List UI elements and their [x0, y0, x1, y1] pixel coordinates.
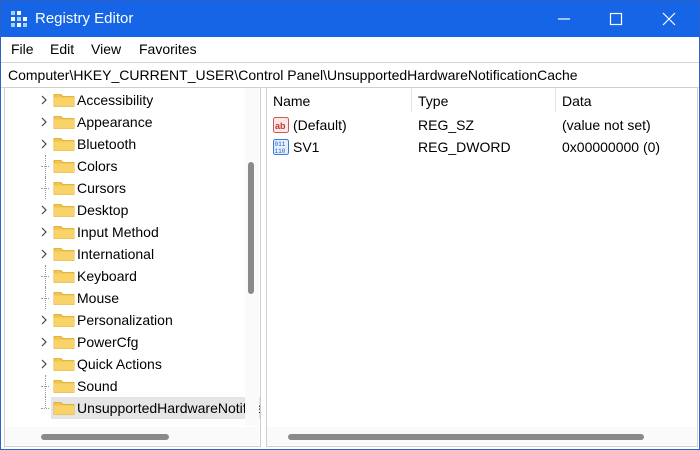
tree-horizontal-scrollbar[interactable]	[5, 427, 259, 445]
list-horizontal-scrollbar[interactable]	[267, 427, 697, 445]
close-icon	[662, 12, 676, 26]
value-row[interactable]: 011 110 SV1 REG_DWORD 0x00000000 (0)	[267, 136, 697, 158]
tree-item[interactable]: Cursors	[5, 177, 241, 199]
value-name: SV1	[293, 139, 320, 155]
column-header-name[interactable]: Name	[267, 88, 412, 112]
folder-icon	[53, 270, 75, 283]
tree-connector-dash	[41, 298, 49, 299]
address-path[interactable]: Computer\HKEY_CURRENT_USER\Control Panel…	[8, 67, 578, 83]
tree-connector-dash	[41, 276, 49, 277]
column-header-type[interactable]: Type	[412, 88, 556, 112]
chevron-right-icon[interactable]	[40, 95, 48, 105]
tree-item[interactable]: Mouse	[5, 287, 241, 309]
minimize-icon	[558, 18, 570, 20]
chevron-right-icon[interactable]	[40, 205, 48, 215]
chevron-right-icon[interactable]	[40, 117, 48, 127]
folder-icon	[53, 116, 75, 129]
tree-item[interactable]: PowerCfg	[5, 331, 241, 353]
tree-item[interactable]: Appearance	[5, 111, 241, 133]
value-name: (Default)	[293, 117, 347, 133]
chevron-right-icon[interactable]	[40, 139, 48, 149]
tree-item-label[interactable]: UnsupportedHardwareNotificationCache	[51, 397, 260, 419]
column-header-data[interactable]: Data	[556, 88, 697, 112]
maximize-icon	[609, 12, 623, 26]
tree-item[interactable]: Personalization	[5, 309, 241, 331]
chevron-right-icon[interactable]	[40, 315, 48, 325]
string-value-icon: ab	[273, 117, 289, 133]
tree-item[interactable]: Bluetooth	[5, 133, 241, 155]
value-type: REG_SZ	[418, 117, 475, 133]
tree-item[interactable]: UnsupportedHardwareNotificationCache	[5, 397, 260, 419]
folder-icon	[53, 380, 75, 393]
folder-icon	[53, 358, 75, 371]
maximize-button[interactable]	[593, 1, 639, 37]
value-type: REG_DWORD	[418, 139, 511, 155]
menu-edit[interactable]: Edit	[50, 41, 74, 57]
folder-icon	[53, 94, 75, 107]
folder-icon	[53, 226, 75, 239]
close-button[interactable]	[646, 1, 692, 37]
tree-horizontal-scroll-thumb[interactable]	[41, 434, 169, 440]
folder-icon	[53, 182, 75, 195]
folder-icon	[53, 336, 75, 349]
chevron-right-icon[interactable]	[40, 227, 48, 237]
chevron-right-icon[interactable]	[40, 359, 48, 369]
menu-view[interactable]: View	[91, 41, 121, 57]
value-row[interactable]: ab (Default) REG_SZ (value not set)	[267, 114, 697, 136]
svg-text:011: 011	[275, 141, 286, 148]
tree-connector-dash	[41, 386, 49, 387]
tree-item[interactable]: Desktop	[5, 199, 241, 221]
tree-vertical-scrollbar[interactable]	[245, 88, 259, 426]
address-bar[interactable]: Computer\HKEY_CURRENT_USER\Control Panel…	[1, 62, 699, 88]
tree-connector-line	[45, 397, 46, 408]
folder-icon	[53, 204, 75, 217]
minimize-button[interactable]	[541, 1, 587, 37]
tree-item[interactable]: Quick Actions	[5, 353, 241, 375]
chevron-right-icon[interactable]	[40, 249, 48, 259]
folder-icon	[53, 138, 75, 151]
key-tree-pane[interactable]: Accessibility Appearance Bluetooth Colors Cu…	[4, 87, 261, 447]
folder-icon	[53, 160, 75, 173]
tree-item[interactable]: International	[5, 243, 241, 265]
tree-item[interactable]: Accessibility	[5, 89, 241, 111]
menu-file[interactable]: File	[11, 41, 34, 57]
tree-item[interactable]: Sound	[5, 375, 241, 397]
chevron-right-icon[interactable]	[40, 337, 48, 347]
svg-text:110: 110	[275, 148, 286, 155]
folder-icon	[53, 314, 75, 327]
window-title: Registry Editor	[35, 10, 134, 27]
tree-connector-dash	[41, 166, 49, 167]
binary-value-icon: 011 110	[273, 139, 289, 155]
menu-bar: File Edit View Favorites	[1, 37, 699, 61]
tree-connector-dash	[41, 408, 49, 409]
folder-icon	[53, 292, 75, 305]
svg-text:ab: ab	[275, 121, 286, 131]
tree-vertical-scroll-thumb[interactable]	[248, 162, 254, 294]
registry-editor-window: Registry Editor File Edit View Favorites…	[0, 0, 700, 450]
values-list-pane[interactable]: Name Type Data ab (Default) REG_SZ (valu…	[266, 87, 698, 447]
tree-item[interactable]: Input Method	[5, 221, 241, 243]
tree-connector-dash	[41, 188, 49, 189]
tree-item[interactable]: Keyboard	[5, 265, 241, 287]
value-data: (value not set)	[562, 117, 651, 133]
registry-app-icon	[11, 11, 27, 27]
value-data: 0x00000000 (0)	[562, 139, 661, 155]
folder-icon	[53, 248, 75, 261]
menu-favorites[interactable]: Favorites	[139, 41, 197, 57]
list-horizontal-scroll-thumb[interactable]	[288, 434, 644, 440]
tree-item[interactable]: Colors	[5, 155, 241, 177]
folder-icon	[53, 402, 75, 415]
title-bar[interactable]: Registry Editor	[1, 1, 699, 37]
